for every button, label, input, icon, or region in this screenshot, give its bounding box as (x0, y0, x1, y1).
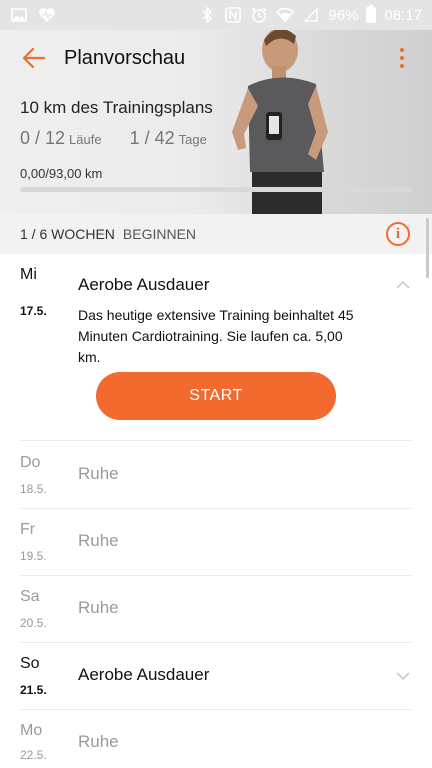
distance-progress-text: 0,00/93,00 km (20, 166, 103, 181)
day-row-sunday[interactable]: So 21.5. Aerobe Ausdauer (0, 643, 432, 710)
workout-title: Ruhe (78, 598, 119, 617)
day-name: Mi (20, 266, 37, 283)
day-date: 22.5. (20, 748, 47, 762)
day-name: Do (20, 454, 41, 471)
week-bar: 1 / 6 WOCHEN BEGINNEN i (0, 214, 432, 254)
day-date: 18.5. (20, 482, 47, 496)
chevron-down-icon[interactable] (396, 669, 410, 683)
day-row-thursday[interactable]: Do 18.5. Ruhe (0, 442, 432, 509)
signal-icon (302, 6, 320, 24)
workout-title: Ruhe (78, 464, 119, 483)
day-row-monday[interactable]: Mo 22.5. Ruhe (0, 710, 432, 768)
day-date: 20.5. (20, 616, 47, 630)
day-row-friday[interactable]: Fr 19.5. Ruhe (0, 509, 432, 576)
alarm-icon (250, 6, 268, 24)
workout-title: Ruhe (78, 732, 119, 751)
plan-header: Planvorschau 10 km des Trainingsplans 0 … (0, 30, 432, 214)
clock: 08:17 (384, 6, 422, 24)
day-name: Fr (20, 521, 36, 538)
wifi-icon (276, 6, 295, 24)
days-unit: Tage (178, 132, 207, 147)
day-date: 19.5. (20, 549, 47, 563)
bluetooth-icon (198, 6, 216, 24)
more-options-button[interactable] (390, 42, 414, 74)
status-bar: 96% 08:17 (0, 0, 432, 30)
day-name: Sa (20, 588, 40, 605)
workout-description: Das heutige extensive Training beinhalte… (78, 307, 354, 365)
arrow-left-icon (22, 47, 46, 69)
divider (20, 440, 412, 441)
chevron-up-icon[interactable] (396, 278, 410, 292)
day-date: 17.5. (20, 304, 47, 318)
nfc-icon (224, 6, 242, 24)
info-icon: i (395, 225, 401, 242)
days-stat: 1 / 42 Tage (130, 128, 207, 149)
plan-stats: 0 / 12 Läufe 1 / 42 Tage (20, 128, 207, 149)
day-date: 21.5. (20, 683, 47, 697)
back-button[interactable] (10, 34, 58, 82)
runs-unit: Läufe (69, 132, 102, 147)
days-value: 1 / 42 (129, 128, 175, 148)
image-icon (10, 6, 28, 24)
battery-icon (366, 5, 377, 23)
page-title: Planvorschau (64, 46, 186, 69)
start-button[interactable]: START (96, 372, 336, 420)
workout-title: Aerobe Ausdauer (78, 275, 210, 294)
plan-name: 10 km des Trainingsplans (20, 98, 213, 117)
day-name: So (20, 655, 40, 672)
runs-stat: 0 / 12 Läufe (20, 128, 102, 149)
day-row-wednesday[interactable]: Mi 17.5. Aerobe Ausdauer Das heutige ext… (0, 254, 432, 442)
workout-title: Ruhe (78, 531, 119, 550)
more-vert-icon (400, 48, 404, 52)
battery-percent: 96% (328, 6, 359, 24)
runs-value: 0 / 12 (20, 128, 66, 148)
day-row-saturday[interactable]: Sa 20.5. Ruhe (0, 576, 432, 643)
week-counter: 1 / 6 WOCHEN (20, 226, 115, 242)
info-button[interactable]: i (386, 222, 410, 246)
workout-title: Aerobe Ausdauer (78, 665, 210, 684)
distance-progress-bar (20, 187, 412, 192)
begin-link[interactable]: BEGINNEN (123, 226, 196, 242)
day-name: Mo (20, 722, 43, 739)
heart-monitor-icon (38, 6, 56, 24)
